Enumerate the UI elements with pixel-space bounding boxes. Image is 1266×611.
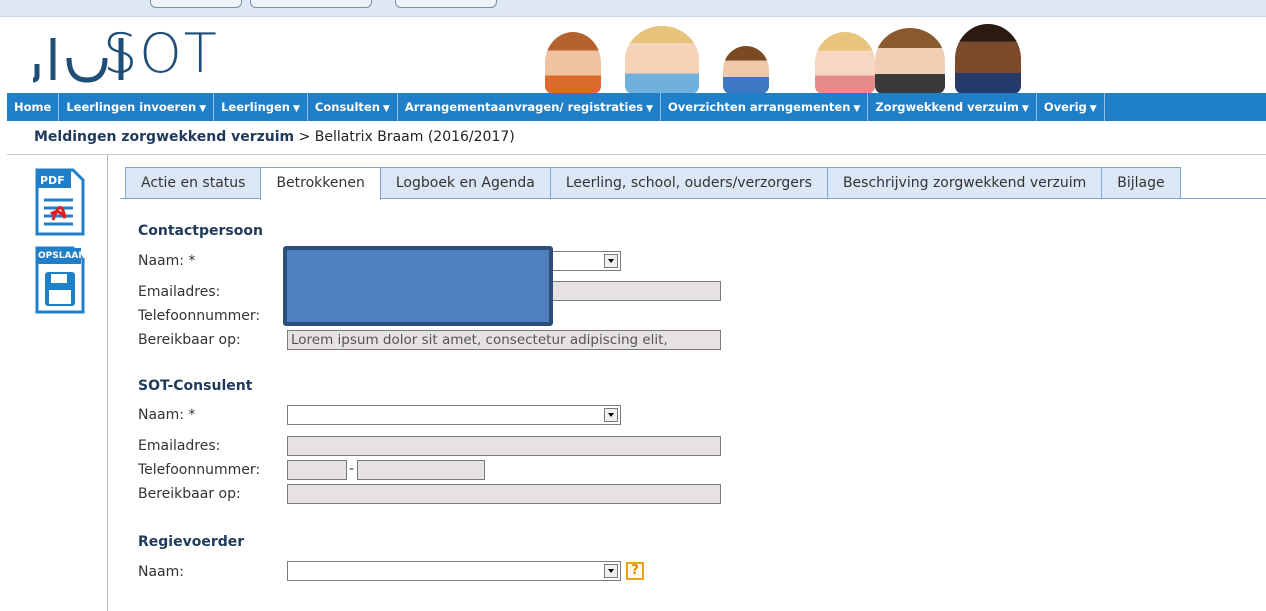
save-button[interactable]: OPSLAAN bbox=[35, 246, 86, 314]
regievoerder-naam-select[interactable] bbox=[287, 561, 621, 581]
consulent-title: SOT-Consulent bbox=[138, 378, 253, 394]
nav-item-label: Overig bbox=[1043, 100, 1087, 114]
consulent-email-label: Emailadres: bbox=[138, 438, 221, 454]
sidebar-divider bbox=[107, 155, 108, 611]
nav-item-leerlingen-invoeren[interactable]: Leerlingen invoeren ▼ bbox=[59, 93, 215, 121]
sot-logo[interactable]: SOT bbox=[32, 24, 248, 84]
tab-bar: Actie en status Betrokkenen Logboek en Age… bbox=[125, 167, 1181, 200]
telefoon-separator: - bbox=[349, 461, 355, 477]
nav-item-label: Overzichten arrangementen bbox=[668, 100, 851, 114]
caret-down-icon: ▼ bbox=[853, 104, 861, 114]
help-icon[interactable]: ? bbox=[626, 562, 644, 580]
nav-item-leerlingen[interactable]: Leerlingen ▼ bbox=[214, 93, 308, 121]
caret-down-icon: ▼ bbox=[199, 104, 207, 114]
nav-item-arrangementaanvragen-registraties[interactable]: Arrangementaanvragen/ registraties ▼ bbox=[398, 93, 662, 121]
breadcrumb: Meldingen zorgwekkend verzuim > Bellatri… bbox=[34, 129, 515, 145]
main-nav: Home Leerlingen invoeren ▼ Leerlingen ▼ Consu… bbox=[7, 93, 1266, 121]
caret-down-icon: ▼ bbox=[1089, 104, 1097, 114]
contactpersoon-title: Contactpersoon bbox=[138, 223, 263, 239]
caret-down-icon: ▼ bbox=[382, 104, 390, 114]
contact-bereikbaar-field: Lorem ipsum dolor sit amet, consectetur … bbox=[287, 330, 721, 350]
nav-item-zorgwekkend-verzuim[interactable]: Zorgwekkend verzuim ▼ bbox=[868, 93, 1037, 121]
pdf-label: PDF bbox=[40, 174, 65, 187]
breadcrumb-current: Bellatrix Braam (2016/2017) bbox=[314, 129, 515, 145]
breadcrumb-section-link[interactable]: Meldingen zorgwekkend verzuim bbox=[34, 129, 294, 145]
chevron-down-icon[interactable] bbox=[604, 254, 618, 268]
chevron-down-icon[interactable] bbox=[604, 408, 618, 422]
consulent-bereikbaar-field bbox=[287, 484, 721, 504]
tab-betrokkenen[interactable]: Betrokkenen bbox=[260, 167, 381, 200]
tab-logboek-en-agenda[interactable]: Logboek en Agenda bbox=[379, 167, 551, 198]
breadcrumb-separator: > bbox=[298, 129, 311, 145]
tab-leerling-school-ouders-verzorgers[interactable]: Leerling, school, ouders/verzorgers bbox=[549, 167, 828, 198]
nav-item-label: Consulten bbox=[314, 100, 380, 114]
contact-naam-label: Naam: * bbox=[138, 253, 196, 269]
nav-item-overzichten-arrangementen[interactable]: Overzichten arrangementen ▼ bbox=[661, 93, 869, 121]
nav-item-home[interactable]: Home bbox=[7, 93, 60, 121]
tab-bijlage[interactable]: Bijlage bbox=[1101, 167, 1181, 198]
consulent-naam-select[interactable] bbox=[287, 405, 621, 425]
consulent-email-field bbox=[287, 436, 721, 456]
nav-item-label: Leerlingen invoeren bbox=[66, 100, 197, 114]
contact-bereikbaar-label: Bereikbaar op: bbox=[138, 332, 241, 348]
browser-toolbar-strip bbox=[0, 0, 1266, 17]
contact-telefoon-label: Telefoonnummer: bbox=[138, 308, 261, 324]
nav-item-consulten[interactable]: Consulten ▼ bbox=[308, 93, 398, 121]
kids-banner-image bbox=[545, 22, 1045, 94]
toolbar-item[interactable] bbox=[150, 0, 242, 8]
logo-text: SOT bbox=[103, 22, 219, 85]
toolbar-item[interactable] bbox=[250, 0, 372, 8]
caret-down-icon: ▼ bbox=[293, 104, 300, 114]
pdf-export-button[interactable]: PDF bbox=[35, 168, 85, 236]
consulent-telefoon-label: Telefoonnummer: bbox=[138, 462, 261, 478]
consulent-telefoon-area-field bbox=[287, 460, 347, 480]
save-label: OPSLAAN bbox=[38, 251, 86, 261]
nav-item-label: Zorgwekkend verzuim bbox=[875, 100, 1019, 114]
nav-item-label: Arrangementaanvragen/ registraties bbox=[404, 100, 644, 114]
consulent-bereikbaar-label: Bereikbaar op: bbox=[138, 486, 241, 502]
nav-item-overig[interactable]: Overig ▼ bbox=[1037, 93, 1105, 121]
nav-item-label: Home bbox=[14, 100, 52, 114]
tab-actie-en-status[interactable]: Actie en status bbox=[125, 167, 262, 198]
consulent-telefoon-number-field bbox=[357, 460, 485, 480]
regievoerder-title: Regievoerder bbox=[138, 534, 245, 550]
regievoerder-naam-label: Naam: bbox=[138, 564, 184, 580]
chevron-down-icon[interactable] bbox=[604, 564, 618, 578]
nav-item-label: Leerlingen bbox=[221, 100, 290, 114]
redaction-box bbox=[283, 246, 553, 326]
caret-down-icon: ▼ bbox=[646, 104, 654, 114]
divider bbox=[7, 154, 1266, 155]
toolbar-item[interactable] bbox=[395, 0, 497, 8]
tab-beschrijving-zorgwekkend-verzuim[interactable]: Beschrijving zorgwekkend verzuim bbox=[826, 167, 1103, 198]
caret-down-icon: ▼ bbox=[1021, 104, 1029, 114]
contact-email-label: Emailadres: bbox=[138, 284, 221, 300]
consulent-naam-label: Naam: * bbox=[138, 407, 196, 423]
